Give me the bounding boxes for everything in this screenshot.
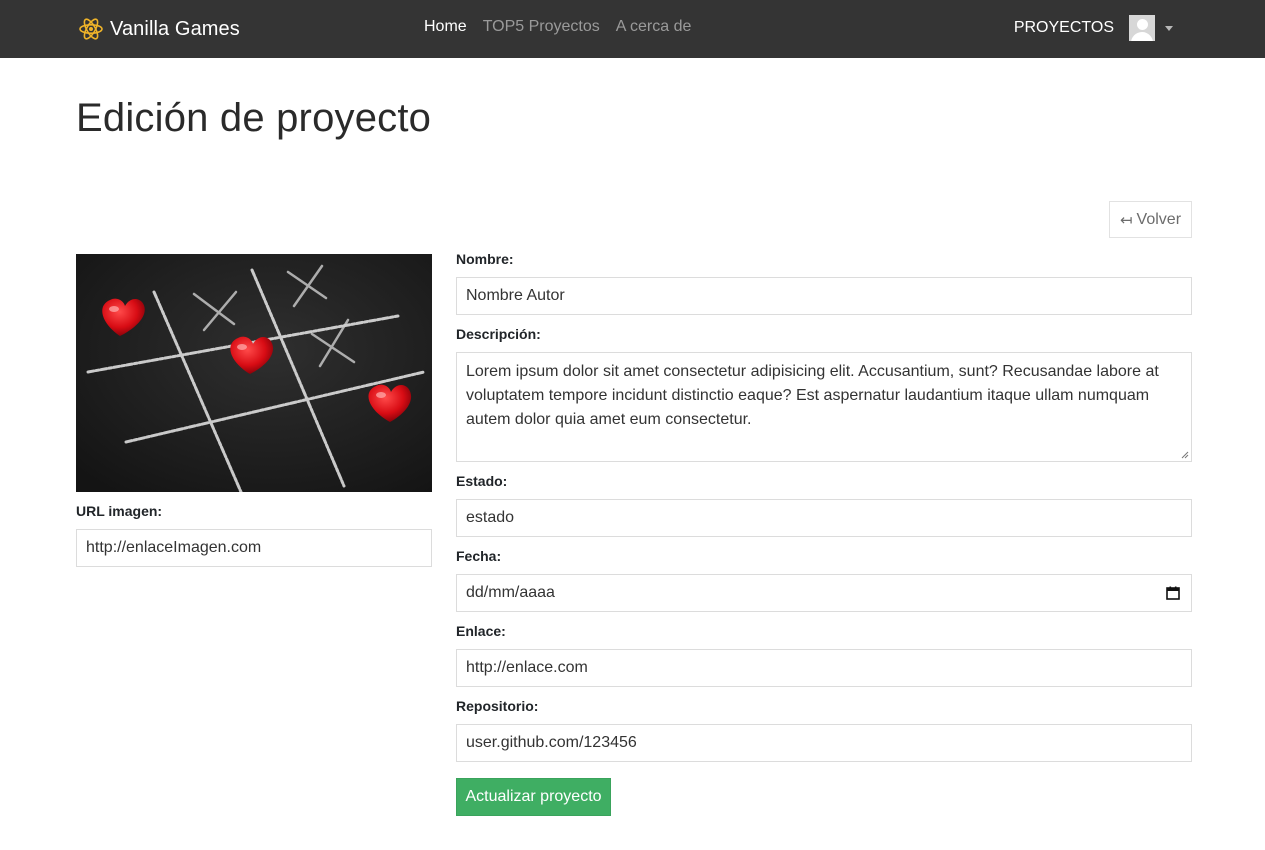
- repositorio-input[interactable]: user.github.com/123456: [456, 724, 1192, 762]
- brand-name: Vanilla Games: [110, 17, 240, 40]
- nav-link-top5[interactable]: TOP5 Proyectos: [483, 18, 600, 36]
- nav-link-home[interactable]: Home: [424, 18, 467, 36]
- page-title: Edición de proyecto: [76, 96, 432, 140]
- atom-icon: [79, 18, 103, 40]
- back-button-label: Volver: [1136, 210, 1182, 228]
- project-image: [76, 254, 432, 492]
- descripcion-text: Lorem ipsum dolor sit amet consectetur a…: [466, 363, 1159, 428]
- fecha-placeholder: dd/mm/aaaa: [466, 584, 555, 601]
- descripcion-label: Descripción:: [456, 326, 541, 342]
- nav-link-about[interactable]: A cerca de: [616, 18, 692, 36]
- resize-handle-icon[interactable]: [1181, 451, 1189, 459]
- nombre-label: Nombre:: [456, 251, 514, 267]
- repositorio-label: Repositorio:: [456, 698, 539, 714]
- update-project-button[interactable]: Actualizar proyecto: [456, 778, 611, 816]
- estado-label: Estado:: [456, 473, 508, 489]
- nav-links: Home TOP5 Proyectos A cerca de: [424, 18, 707, 36]
- fecha-label: Fecha:: [456, 548, 502, 564]
- image-url-label: URL imagen:: [76, 503, 163, 519]
- nombre-input[interactable]: Nombre Autor: [456, 277, 1192, 315]
- nav-proyectos-link[interactable]: PROYECTOS: [1014, 19, 1114, 37]
- enlace-label: Enlace:: [456, 623, 506, 639]
- fecha-input[interactable]: dd/mm/aaaa: [456, 574, 1192, 612]
- back-arrow-icon: ↤: [1119, 211, 1133, 229]
- back-button[interactable]: ↤ Volver: [1109, 201, 1192, 238]
- enlace-input[interactable]: http://enlace.com: [456, 649, 1192, 687]
- image-url-input[interactable]: http://enlaceImagen.com: [76, 529, 432, 567]
- user-avatar-icon[interactable]: [1129, 15, 1155, 41]
- brand[interactable]: Vanilla Games: [78, 14, 240, 44]
- user-menu: PROYECTOS: [1014, 15, 1173, 41]
- estado-input[interactable]: estado: [456, 499, 1192, 537]
- chevron-down-icon[interactable]: [1165, 25, 1173, 31]
- calendar-icon[interactable]: [1166, 586, 1180, 600]
- descripcion-textarea[interactable]: Lorem ipsum dolor sit amet consectetur a…: [456, 352, 1192, 462]
- navbar: Vanilla Games Home TOP5 Proyectos A cerc…: [0, 0, 1265, 58]
